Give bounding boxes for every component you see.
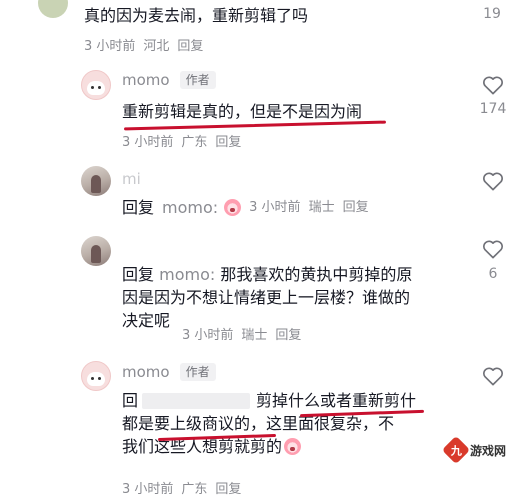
comment-time: 3 小时前: [122, 482, 174, 497]
comment-username[interactable]: mi: [122, 170, 141, 188]
author-badge: 作者: [179, 71, 216, 89]
comment-meta: 3 小时前 广东 回复: [122, 131, 241, 150]
comment-text: 回 剪掉什么或者重新剪什 都是要上级商议的，这里面很复杂，不 我们这些人想剪就剪…: [122, 391, 417, 456]
site-watermark: 九 游戏网: [441, 435, 522, 465]
like-count: 6: [488, 266, 498, 282]
comment-time: 3 小时前: [182, 328, 234, 343]
comment-username[interactable]: momo: [122, 71, 170, 89]
avatar[interactable]: [81, 361, 111, 391]
comment-location: 广东: [181, 482, 208, 497]
heart-icon[interactable]: [482, 75, 504, 95]
comment-meta: 3 小时前 河北 回复: [84, 35, 203, 54]
comment-time: 3 小时前: [122, 135, 174, 150]
reply-button[interactable]: 回复: [215, 131, 241, 150]
author-badge: 作者: [179, 363, 216, 381]
obscured-text: [142, 393, 251, 409]
like-count: 19: [483, 6, 501, 22]
comment-time: 3 小时前: [84, 39, 136, 54]
heart-icon[interactable]: [482, 171, 504, 191]
avatar[interactable]: [81, 236, 111, 266]
comment-time: 3 小时前: [249, 200, 301, 215]
avatar[interactable]: [38, 0, 68, 18]
reply-button[interactable]: 回复: [343, 196, 369, 219]
comment-text: 真的因为麦去闹，重新剪辑了吗: [84, 6, 309, 25]
reply-button[interactable]: 回复: [275, 324, 301, 343]
comment-location: 广东: [181, 135, 208, 150]
reply-button[interactable]: 回复: [215, 478, 241, 497]
comment-location: 瑞士: [308, 200, 335, 215]
reply-prefix: 回复: [122, 265, 155, 284]
avatar[interactable]: [81, 70, 111, 100]
reply-to-user[interactable]: momo:: [162, 196, 218, 219]
crying-emoji-icon: [284, 438, 302, 455]
comment-location: 河北: [143, 39, 170, 54]
like-count: 174: [479, 101, 507, 117]
reply-prefix: 回复: [122, 198, 155, 217]
watermark-text: 游戏网: [470, 443, 507, 458]
reply-button[interactable]: 回复: [177, 35, 203, 54]
heart-icon[interactable]: [482, 366, 504, 386]
comment-location: 瑞士: [241, 328, 268, 343]
comment-text: 回复 momo: 3 小时前 瑞士 回复: [122, 196, 369, 219]
comment-text: 重新剪辑是真的，但是不是因为闹: [122, 102, 363, 121]
comment-meta: 3 小时前 瑞士 回复: [182, 324, 301, 343]
avatar[interactable]: [81, 166, 111, 196]
logo-icon: 九: [441, 435, 471, 465]
heart-icon[interactable]: [482, 239, 504, 259]
scream-emoji-icon: [224, 199, 242, 216]
reply-to-user[interactable]: momo:: [159, 265, 215, 284]
comment-text: 回复 momo: 那我喜欢的黄执中剪掉的原 因是因为不想让情绪更上一层楼？谁做的…: [122, 265, 413, 330]
comment-meta: 3 小时前 广东 回复: [122, 478, 241, 497]
comment-username[interactable]: momo: [122, 363, 170, 381]
